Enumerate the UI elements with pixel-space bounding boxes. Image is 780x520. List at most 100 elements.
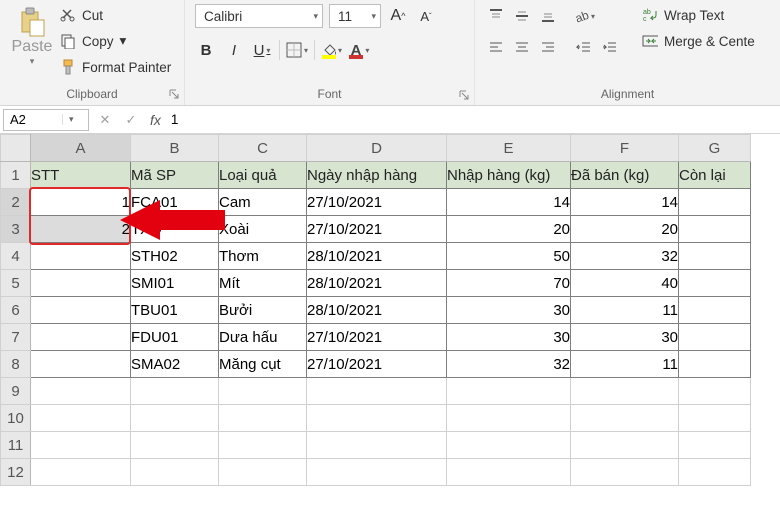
align-right-button[interactable] bbox=[537, 36, 559, 60]
cancel-button[interactable]: ✕ bbox=[92, 112, 118, 128]
chevron-down-icon[interactable]: ▾ bbox=[62, 114, 80, 125]
cell[interactable] bbox=[307, 459, 447, 486]
orientation-button[interactable]: ab▾ bbox=[573, 4, 595, 28]
merge-center-button[interactable]: Merge & Cente bbox=[642, 30, 755, 52]
cell[interactable]: 50 bbox=[447, 243, 571, 270]
cell[interactable]: STT bbox=[31, 162, 131, 189]
cell[interactable]: 11 bbox=[571, 351, 679, 378]
col-header-F[interactable]: F bbox=[571, 135, 679, 162]
decrease-indent-button[interactable] bbox=[573, 36, 595, 60]
cell[interactable] bbox=[679, 189, 751, 216]
cell[interactable]: Đã bán (kg) bbox=[571, 162, 679, 189]
cell[interactable] bbox=[679, 216, 751, 243]
row-header-12[interactable]: 12 bbox=[1, 459, 31, 486]
fill-color-button[interactable]: ▾ bbox=[321, 38, 343, 62]
cell[interactable]: Ngày nhập hàng bbox=[307, 162, 447, 189]
enter-button[interactable]: ✓ bbox=[118, 112, 144, 128]
cell[interactable] bbox=[447, 459, 571, 486]
cell[interactable] bbox=[307, 378, 447, 405]
row-header-6[interactable]: 6 bbox=[1, 297, 31, 324]
col-header-C[interactable]: C bbox=[219, 135, 307, 162]
font-color-button[interactable]: A ▾ bbox=[349, 38, 371, 62]
col-header-A[interactable]: A bbox=[31, 135, 131, 162]
row-header-8[interactable]: 8 bbox=[1, 351, 31, 378]
cell[interactable] bbox=[219, 378, 307, 405]
align-center-button[interactable] bbox=[511, 36, 533, 60]
name-box-input[interactable] bbox=[4, 112, 62, 127]
cell[interactable] bbox=[679, 432, 751, 459]
cell[interactable]: Mã SP bbox=[131, 162, 219, 189]
cell[interactable]: 28/10/2021 bbox=[307, 243, 447, 270]
cell[interactable]: 32 bbox=[447, 351, 571, 378]
align-bottom-button[interactable] bbox=[537, 4, 559, 28]
cell[interactable] bbox=[219, 432, 307, 459]
cell[interactable]: STH02 bbox=[131, 243, 219, 270]
cell[interactable]: Nhập hàng (kg) bbox=[447, 162, 571, 189]
row-header-9[interactable]: 9 bbox=[1, 378, 31, 405]
cell[interactable]: 14 bbox=[571, 189, 679, 216]
cell[interactable]: 27/10/2021 bbox=[307, 351, 447, 378]
row-header-10[interactable]: 10 bbox=[1, 405, 31, 432]
cell[interactable]: 32 bbox=[571, 243, 679, 270]
cell[interactable] bbox=[571, 432, 679, 459]
font-name-combo[interactable]: Calibri ▾ bbox=[195, 4, 323, 28]
cell[interactable] bbox=[679, 459, 751, 486]
cell[interactable]: 14 bbox=[447, 189, 571, 216]
row-header-5[interactable]: 5 bbox=[1, 270, 31, 297]
cell[interactable] bbox=[307, 405, 447, 432]
row-header-3[interactable]: 3 bbox=[1, 216, 31, 243]
cell[interactable] bbox=[571, 405, 679, 432]
cell[interactable]: Loại quả bbox=[219, 162, 307, 189]
cell[interactable] bbox=[447, 432, 571, 459]
increase-indent-button[interactable] bbox=[599, 36, 621, 60]
row-header-1[interactable]: 1 bbox=[1, 162, 31, 189]
cell[interactable]: 20 bbox=[447, 216, 571, 243]
bold-button[interactable]: B bbox=[195, 38, 217, 62]
align-middle-button[interactable] bbox=[511, 4, 533, 28]
cell[interactable]: SMI01 bbox=[131, 270, 219, 297]
cell[interactable]: TXO bbox=[131, 216, 219, 243]
cell[interactable]: 70 bbox=[447, 270, 571, 297]
cell[interactable]: 27/10/2021 bbox=[307, 324, 447, 351]
cell[interactable] bbox=[31, 297, 131, 324]
cell[interactable] bbox=[447, 405, 571, 432]
cell[interactable]: Bưởi bbox=[219, 297, 307, 324]
col-header-D[interactable]: D bbox=[307, 135, 447, 162]
cell[interactable] bbox=[131, 432, 219, 459]
cell[interactable]: 28/10/2021 bbox=[307, 297, 447, 324]
cell[interactable]: 40 bbox=[571, 270, 679, 297]
cell-A3[interactable]: 2 bbox=[31, 216, 131, 243]
cell[interactable] bbox=[447, 378, 571, 405]
copy-button[interactable]: Copy ▾ bbox=[60, 30, 171, 52]
cell[interactable] bbox=[679, 405, 751, 432]
cell[interactable]: 27/10/2021 bbox=[307, 189, 447, 216]
cell[interactable] bbox=[219, 459, 307, 486]
cell[interactable] bbox=[571, 378, 679, 405]
cell[interactable]: FCA01 bbox=[131, 189, 219, 216]
col-header-E[interactable]: E bbox=[447, 135, 571, 162]
dialog-launcher-icon[interactable] bbox=[458, 89, 470, 101]
dialog-launcher-icon[interactable] bbox=[168, 88, 180, 100]
cut-button[interactable]: Cut bbox=[60, 4, 171, 26]
cell[interactable] bbox=[679, 351, 751, 378]
cell[interactable] bbox=[31, 432, 131, 459]
cell[interactable] bbox=[31, 243, 131, 270]
paste-button[interactable]: Paste ▾ bbox=[10, 4, 54, 67]
cell[interactable] bbox=[679, 324, 751, 351]
cell[interactable] bbox=[31, 459, 131, 486]
row-header-7[interactable]: 7 bbox=[1, 324, 31, 351]
cell[interactable] bbox=[31, 270, 131, 297]
cell[interactable] bbox=[219, 405, 307, 432]
cell[interactable] bbox=[571, 459, 679, 486]
formula-input[interactable] bbox=[167, 112, 780, 127]
cell[interactable]: SMA02 bbox=[131, 351, 219, 378]
cell[interactable] bbox=[31, 351, 131, 378]
col-header-G[interactable]: G bbox=[679, 135, 751, 162]
cell[interactable]: 28/10/2021 bbox=[307, 270, 447, 297]
wrap-text-button[interactable]: abc Wrap Text bbox=[642, 4, 755, 26]
cell[interactable] bbox=[679, 270, 751, 297]
cell[interactable]: 27/10/2021 bbox=[307, 216, 447, 243]
align-top-button[interactable] bbox=[485, 4, 507, 28]
name-box[interactable]: ▾ bbox=[3, 109, 89, 131]
row-header-4[interactable]: 4 bbox=[1, 243, 31, 270]
